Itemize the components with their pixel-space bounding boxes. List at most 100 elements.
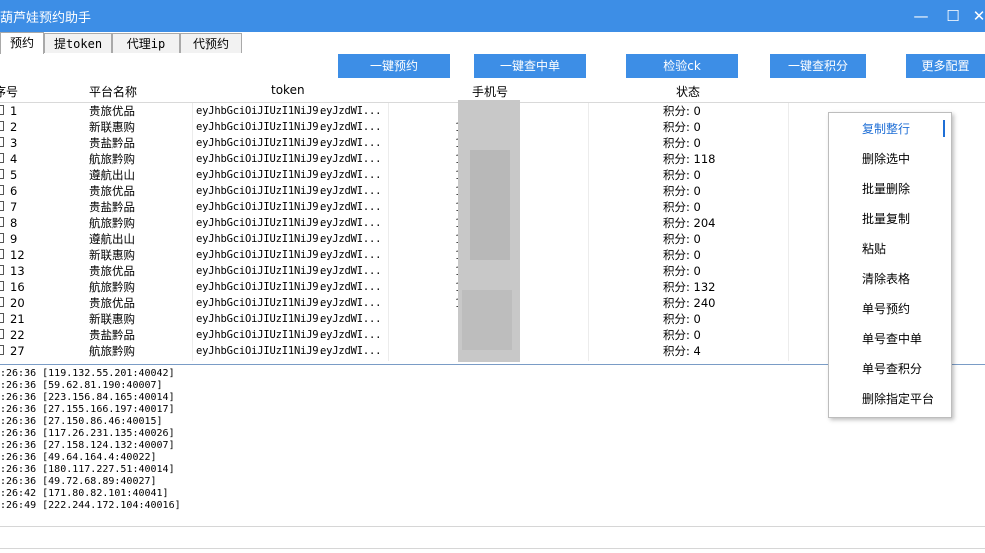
row-status: 积分: 0: [663, 200, 701, 214]
row-token-part1: eyJhbGciOiJIUzI1NiJ9.: [196, 153, 325, 165]
row-platform: 新联惠购: [89, 248, 135, 262]
context-menu-item[interactable]: 清除表格: [829, 264, 951, 294]
log-line: :26:42 [171.80.82.101:40041]: [0, 488, 169, 499]
context-menu-item[interactable]: 批量复制: [829, 204, 951, 234]
context-menu-item[interactable]: 单号查积分: [829, 354, 951, 384]
row-token-part2: eyJzdWI...: [320, 329, 382, 341]
row-token-part1: eyJhbGciOiJIUzI1NiJ9.: [196, 265, 325, 277]
row-token-part1: eyJhbGciOiJIUzI1NiJ9.: [196, 329, 325, 341]
row-token-part1: eyJhbGciOiJIUzI1NiJ9.: [196, 169, 325, 181]
row-status: 积分: 0: [663, 312, 701, 326]
row-checkbox[interactable]: [0, 217, 4, 227]
one-click-check-win-button[interactable]: 一键查中单: [474, 54, 586, 78]
one-click-reserve-button[interactable]: 一键预约: [338, 54, 450, 78]
row-platform: 贵盐黔品: [89, 136, 135, 150]
row-checkbox[interactable]: [0, 329, 4, 339]
context-menu-item[interactable]: 单号查中单: [829, 324, 951, 354]
row-status: 积分: 240: [663, 296, 716, 310]
row-number: 16: [10, 280, 25, 294]
row-token-part2: eyJzdWI...: [320, 249, 382, 261]
row-token-part1: eyJhbGciOiJIUzI1NiJ9.: [196, 137, 325, 149]
row-checkbox[interactable]: [0, 137, 4, 147]
row-status: 积分: 0: [663, 232, 701, 246]
row-number: 8: [10, 216, 18, 230]
context-menu-item[interactable]: 粘贴: [829, 234, 951, 264]
context-menu-item[interactable]: 单号预约: [829, 294, 951, 324]
row-checkbox[interactable]: [0, 297, 4, 307]
log-line: :26:36 [27.158.124.132:40007]: [0, 440, 175, 451]
row-token-part1: eyJhbGciOiJIUzI1NiJ9.: [196, 201, 325, 213]
col-header-phone[interactable]: 手机号: [472, 83, 508, 100]
maximize-button[interactable]: ☐: [943, 6, 963, 26]
row-checkbox[interactable]: [0, 169, 4, 179]
row-checkbox[interactable]: [0, 345, 4, 355]
row-token-part2: eyJzdWI...: [320, 233, 382, 245]
context-menu-item[interactable]: 复制整行: [829, 114, 951, 144]
row-platform: 贵旅优品: [89, 264, 135, 278]
row-platform: 贵盐黔品: [89, 200, 135, 214]
tab-reserve[interactable]: 预约: [0, 32, 44, 54]
row-platform: 新联惠购: [89, 120, 135, 134]
row-checkbox[interactable]: [0, 265, 4, 275]
row-platform: 贵旅优品: [89, 184, 135, 198]
log-line: :26:36 [180.117.227.51:40014]: [0, 464, 175, 475]
log-line: :26:36 [119.132.55.201:40042]: [0, 368, 175, 379]
col-header-num[interactable]: 序号: [0, 83, 18, 100]
row-checkbox[interactable]: [0, 201, 4, 211]
log-line: :26:49 [222.244.172.104:40016]: [0, 500, 181, 511]
log-line: :26:36 [49.64.164.4:40022]: [0, 452, 157, 463]
one-click-check-points-button[interactable]: 一键查积分: [770, 54, 866, 78]
log-line: :26:36 [117.26.231.135:40026]: [0, 428, 175, 439]
row-number: 21: [10, 312, 25, 326]
row-status: 积分: 0: [663, 264, 701, 278]
minimize-button[interactable]: —: [911, 6, 931, 26]
row-number: 9: [10, 232, 18, 246]
title-bar: 葫芦娃预约助手 — ☐ ✕: [0, 0, 985, 32]
row-number: 20: [10, 296, 25, 310]
row-status: 积分: 0: [663, 184, 701, 198]
col-header-platform[interactable]: 平台名称: [89, 83, 137, 100]
col-header-status[interactable]: 状态: [676, 83, 700, 100]
row-token-part2: eyJzdWI...: [320, 201, 382, 213]
tab-proxy-ip-label: 代理ip: [126, 37, 166, 51]
row-status: 积分: 0: [663, 120, 701, 134]
context-menu: 复制整行 删除选中 批量删除 批量复制 粘贴 清除表格 单号预约 单号查中单 单号查积分 删除指定…: [828, 112, 952, 418]
row-status: 积分: 0: [663, 328, 701, 342]
log-line: :26:36 [59.62.81.190:40007]: [0, 380, 163, 391]
row-checkbox[interactable]: [0, 121, 4, 131]
more-config-button[interactable]: 更多配置: [906, 54, 985, 78]
toolbar: 一键预约 一键查中单 检验ck 一键查积分 更多配置: [0, 54, 985, 80]
row-platform: 航旅黔购: [89, 280, 135, 294]
row-platform: 航旅黔购: [89, 216, 135, 230]
row-status: 积分: 0: [663, 248, 701, 262]
row-status: 积分: 118: [663, 152, 716, 166]
context-menu-item[interactable]: 删除选中: [829, 144, 951, 174]
tab-proxy-ip[interactable]: 代理ip: [112, 33, 180, 53]
row-number: 5: [10, 168, 18, 182]
row-token-part1: eyJhbGciOiJIUzI1NiJ9.: [196, 121, 325, 133]
close-button[interactable]: ✕: [969, 6, 985, 26]
row-checkbox[interactable]: [0, 105, 4, 115]
col-header-token[interactable]: token: [271, 83, 305, 97]
row-token-part2: eyJzdWI...: [320, 313, 382, 325]
row-checkbox[interactable]: [0, 249, 4, 259]
check-ck-button[interactable]: 检验ck: [626, 54, 738, 78]
tab-get-token[interactable]: 提token: [44, 33, 112, 53]
divider: [0, 548, 985, 549]
row-checkbox[interactable]: [0, 313, 4, 323]
row-token-part2: eyJzdWI...: [320, 121, 382, 133]
row-token-part1: eyJhbGciOiJIUzI1NiJ9.: [196, 281, 325, 293]
row-number: 27: [10, 344, 25, 358]
row-status: 积分: 204: [663, 216, 716, 230]
row-token-part2: eyJzdWI...: [320, 281, 382, 293]
context-menu-item[interactable]: 删除指定平台: [829, 384, 951, 414]
row-token-part2: eyJzdWI...: [320, 265, 382, 277]
row-checkbox[interactable]: [0, 281, 4, 291]
context-menu-item[interactable]: 批量删除: [829, 174, 951, 204]
row-platform: 遵航出山: [89, 232, 135, 246]
row-checkbox[interactable]: [0, 153, 4, 163]
tab-proxy-reserve[interactable]: 代预约: [180, 33, 242, 53]
row-checkbox[interactable]: [0, 185, 4, 195]
row-checkbox[interactable]: [0, 233, 4, 243]
row-token-part1: eyJhbGciOiJIUzI1NiJ9.: [196, 185, 325, 197]
